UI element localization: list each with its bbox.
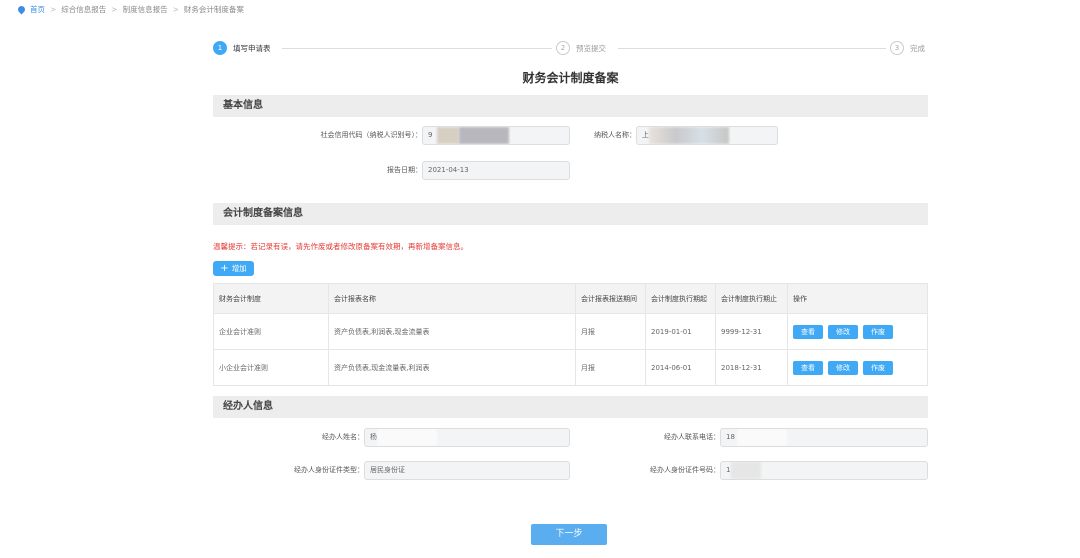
add-button[interactable]: + 增加 bbox=[213, 261, 254, 276]
agent-phone-value: 18 bbox=[726, 433, 735, 441]
page-title: 财务会计制度备案 bbox=[522, 71, 619, 85]
void-button[interactable]: 作废 bbox=[863, 360, 893, 375]
step-2: 2 预览提交 bbox=[556, 41, 606, 55]
section-filing-info: 会计制度备案信息 bbox=[213, 203, 928, 225]
breadcrumb-separator: > bbox=[172, 5, 179, 14]
cell: 企业会计准则 bbox=[213, 313, 329, 350]
view-button[interactable]: 查看 bbox=[793, 324, 823, 339]
cell: 资产负债表,利润表,现金流量表 bbox=[328, 313, 576, 350]
edit-button[interactable]: 修改 bbox=[828, 360, 858, 375]
table-row: 企业会计准则 资产负债表,利润表,现金流量表 月报 2019-01-01 999… bbox=[213, 313, 928, 350]
table-row: 小企业会计准则 资产负债表,现金流量表,利润表 月报 2014-06-01 20… bbox=[213, 349, 928, 386]
agent-id-number-field[interactable]: 1 bbox=[720, 461, 928, 480]
cell: 小企业会计准则 bbox=[213, 349, 329, 386]
step-number: 3 bbox=[890, 41, 904, 55]
section-basic-info: 基本信息 bbox=[213, 95, 928, 117]
filing-table: 财务会计制度 会计报表名称 会计报表报送期间 会计制度执行期起 会计制度执行期止… bbox=[213, 283, 928, 386]
next-step-button[interactable]: 下一步 bbox=[531, 524, 607, 545]
breadcrumb-separator: > bbox=[50, 5, 57, 14]
step-label: 完成 bbox=[910, 43, 925, 53]
credit-code-value: 9 bbox=[428, 131, 433, 139]
credit-code-field[interactable]: 9 bbox=[422, 126, 570, 145]
agent-id-number-label: 经办人身份证件号码： bbox=[650, 466, 720, 474]
cell: 2018-12-31 bbox=[715, 349, 788, 386]
warning-tip: 温馨提示：若记录有误，请先作废或者修改原备案有效期，再新增备案信息。 bbox=[213, 242, 468, 251]
report-date-field[interactable]: 2021-04-13 bbox=[422, 161, 570, 180]
cell: 2019-01-01 bbox=[645, 313, 716, 350]
step-number: 2 bbox=[556, 41, 570, 55]
step-connector bbox=[618, 48, 886, 49]
column-header: 操作 bbox=[787, 283, 928, 314]
column-header: 会计报表名称 bbox=[328, 283, 576, 314]
void-button[interactable]: 作废 bbox=[863, 324, 893, 339]
column-header: 财务会计制度 bbox=[213, 283, 329, 314]
breadcrumb-item[interactable]: 综合信息报告 bbox=[61, 4, 106, 15]
agent-id-type-select[interactable]: 居民身份证 bbox=[364, 461, 570, 480]
agent-name-value: 杨 bbox=[370, 433, 377, 441]
section-agent-info: 经办人信息 bbox=[213, 396, 928, 418]
actions-cell: 查看 修改 作废 bbox=[787, 313, 928, 350]
column-header: 会计报表报送期间 bbox=[575, 283, 646, 314]
breadcrumb-separator: > bbox=[111, 5, 118, 14]
taxpayer-name-value: 上 bbox=[642, 131, 649, 139]
agent-name-label: 经办人姓名： bbox=[322, 433, 364, 441]
agent-id-number-value: 1 bbox=[726, 466, 731, 474]
column-header: 会计制度执行期止 bbox=[715, 283, 788, 314]
step-connector bbox=[282, 48, 552, 49]
agent-phone-field[interactable]: 18 bbox=[720, 428, 928, 447]
breadcrumb: 首页 > 综合信息报告 > 制度信息报告 > 财务会计制度备案 bbox=[16, 4, 244, 15]
step-label: 预览提交 bbox=[576, 43, 606, 53]
cell: 9999-12-31 bbox=[715, 313, 788, 350]
edit-button[interactable]: 修改 bbox=[828, 324, 858, 339]
agent-phone-label: 经办人联系电话： bbox=[664, 433, 720, 441]
add-label: 增加 bbox=[231, 264, 247, 273]
step-3: 3 完成 bbox=[890, 41, 925, 55]
cell: 资产负债表,现金流量表,利润表 bbox=[328, 349, 576, 386]
agent-name-field[interactable]: 杨 bbox=[364, 428, 570, 447]
location-pin-icon bbox=[16, 4, 27, 15]
report-date-label: 报告日期： bbox=[387, 166, 422, 174]
breadcrumb-home[interactable]: 首页 bbox=[30, 4, 45, 15]
taxpayer-name-field[interactable]: 上 bbox=[636, 126, 778, 145]
breadcrumb-current: 财务会计制度备案 bbox=[183, 5, 244, 14]
step-label: 填写申请表 bbox=[233, 43, 271, 53]
cell: 月报 bbox=[575, 349, 646, 386]
agent-id-type-label: 经办人身份证件类型： bbox=[294, 466, 364, 474]
table-header: 财务会计制度 会计报表名称 会计报表报送期间 会计制度执行期起 会计制度执行期止… bbox=[213, 283, 928, 314]
step-1: 1 填写申请表 bbox=[213, 41, 271, 55]
cell: 2014-06-01 bbox=[645, 349, 716, 386]
credit-code-label: 社会信用代码（纳税人识别号）： bbox=[320, 131, 423, 139]
breadcrumb-item[interactable]: 制度信息报告 bbox=[123, 4, 168, 15]
taxpayer-name-label: 纳税人名称： bbox=[594, 131, 636, 139]
step-number: 1 bbox=[213, 41, 227, 55]
view-button[interactable]: 查看 bbox=[793, 360, 823, 375]
column-header: 会计制度执行期起 bbox=[645, 283, 716, 314]
plus-icon: + bbox=[220, 263, 229, 274]
actions-cell: 查看 修改 作废 bbox=[787, 349, 928, 386]
cell: 月报 bbox=[575, 313, 646, 350]
